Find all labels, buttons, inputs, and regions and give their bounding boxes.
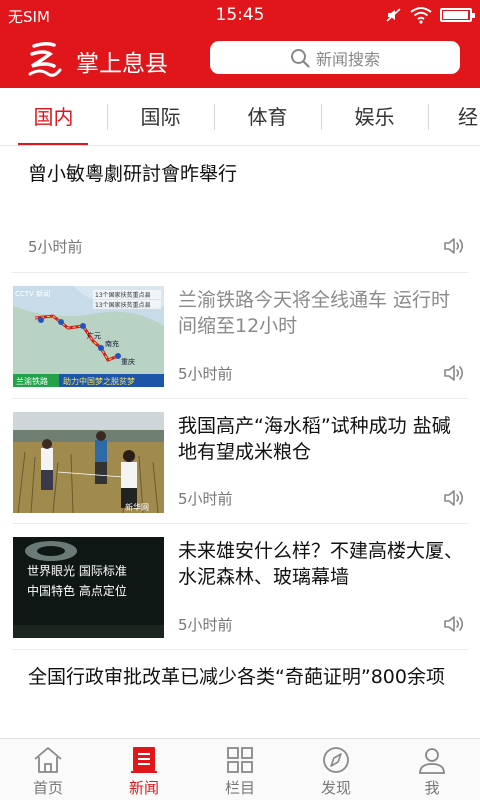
news-item[interactable]: 世界眼光 国际标准 中国特色 高点定位 未来雄安什么样？不建高楼大厦、水泥森林、…: [12, 524, 468, 650]
map-place: 重庆: [121, 357, 135, 366]
news-time: 5小时前: [178, 490, 233, 508]
tab-entertainment[interactable]: 娱乐: [321, 88, 428, 145]
thumbnail-watermark: 新华网: [125, 502, 149, 512]
nav-label: 新闻: [128, 779, 159, 797]
battery-icon: [440, 8, 475, 22]
news-feed[interactable]: 曾小敏粵劇研討會昨舉行 5小时前 CCTV 新闻 13个国家扶贫重点县 13个国…: [0, 146, 480, 738]
speaker-icon[interactable]: [442, 235, 466, 257]
app-title: 掌上息县: [76, 51, 168, 77]
search-box[interactable]: 新闻搜索: [210, 41, 460, 74]
news-title: 全国行政审批改革已减少各类“奇葩证明”800余项: [28, 666, 445, 688]
map-legend-2: 13个国家扶贫重点县: [95, 301, 151, 309]
system-icons: [386, 5, 475, 25]
home-icon: [34, 747, 62, 773]
nav-item-me[interactable]: 我: [384, 739, 480, 800]
news-thumbnail-railway-map: CCTV 新闻 13个国家扶贫重点县 13个国家扶贫重点县 广元 南充 重庆 兰…: [13, 286, 164, 387]
news-item[interactable]: 全国行政审批改革已减少各类“奇葩证明”800余项: [12, 650, 468, 738]
app-logo-icon[interactable]: [24, 40, 64, 80]
map-place: 南充: [105, 339, 119, 348]
wifi-icon: [410, 7, 432, 24]
news-title: 未来雄安什么样？不建高楼大厦、水泥森林、玻璃幕墙: [178, 540, 464, 588]
news-title: 我国高产“海水稻”试种成功 盐碱地有望成米粮仓: [178, 415, 451, 463]
person-icon: [419, 748, 445, 774]
news-title: 兰渝铁路今天将全线通车 运行时间缩至12小时: [178, 289, 451, 337]
speaker-icon[interactable]: [442, 362, 466, 384]
news-icon: [131, 747, 157, 773]
nav-item-news[interactable]: 新闻: [96, 739, 192, 800]
compass-icon: [323, 747, 349, 773]
nav-item-home[interactable]: 首页: [0, 739, 96, 800]
news-title: 曾小敏粵劇研討會昨舉行: [28, 163, 238, 185]
speaker-icon[interactable]: [442, 487, 466, 509]
nav-item-columns[interactable]: 栏目: [192, 739, 288, 800]
search-placeholder: 新闻搜索: [315, 49, 380, 69]
news-time: 5小时前: [178, 365, 233, 383]
search-icon: [290, 48, 310, 68]
nav-label: 发现: [320, 779, 351, 797]
news-item[interactable]: 曾小敏粵劇研討會昨舉行 5小时前: [12, 146, 468, 273]
speaker-icon[interactable]: [442, 613, 466, 635]
map-place: 广元: [87, 331, 101, 340]
thumbnail-line-1: 世界眼光 国际标准: [27, 564, 127, 578]
tab-domestic[interactable]: 国内: [0, 88, 107, 145]
mute-icon: [386, 8, 401, 22]
news-thumbnail-rice-field: 新华网: [13, 412, 164, 513]
battery-level-fill: [443, 11, 468, 19]
caption-left: 兰渝铁路: [16, 376, 48, 386]
nav-label: 首页: [32, 779, 63, 797]
tab-sports[interactable]: 体育: [214, 88, 321, 145]
news-time: 5小时前: [178, 616, 233, 634]
caption-right: 助力中国梦之脱贫梦: [63, 376, 135, 386]
nav-item-discover[interactable]: 发现: [288, 739, 384, 800]
news-time: 5小时前: [28, 238, 83, 256]
channel-logo: CCTV 新闻: [15, 289, 50, 298]
tab-economy[interactable]: 经: [428, 88, 480, 145]
nav-label: 栏目: [224, 779, 255, 797]
thumbnail-line-2: 中国特色 高点定位: [27, 583, 127, 598]
map-legend-1: 13个国家扶贫重点县: [95, 291, 151, 299]
news-item[interactable]: 新华网 我国高产“海水稻”试种成功 盐碱地有望成米粮仓 5小时前: [12, 399, 468, 524]
tab-international[interactable]: 国际: [107, 88, 214, 145]
news-item[interactable]: CCTV 新闻 13个国家扶贫重点县 13个国家扶贫重点县 广元 南充 重庆 兰…: [12, 273, 468, 399]
app-header: 掌上息县 新闻搜索: [0, 30, 480, 88]
bottom-nav: 首页 新闻 栏目 发现 我: [0, 738, 480, 800]
category-tabs: 国内 国际 体育 娱乐 经: [0, 88, 480, 146]
news-thumbnail-xiongan: 世界眼光 国际标准 中国特色 高点定位: [13, 537, 164, 638]
grid-icon: [227, 747, 253, 773]
nav-label: 我: [424, 779, 440, 797]
status-bar: 无SIM 15:45: [0, 0, 480, 30]
